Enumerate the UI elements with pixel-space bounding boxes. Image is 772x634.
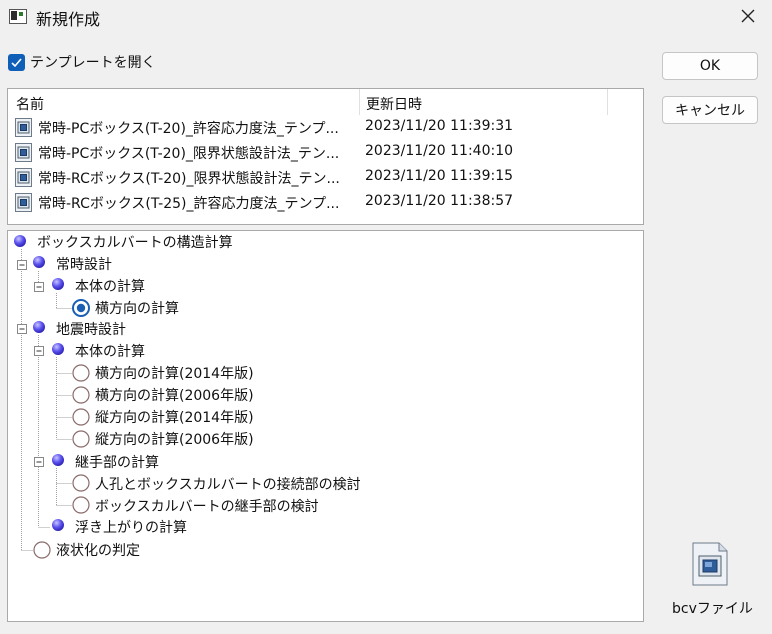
tree-item-seismic-body-calc[interactable]: 本体の計算 [75,341,145,361]
open-template-checkbox[interactable] [8,53,25,71]
file-date: 2023/11/20 11:38:57 [365,193,514,209]
column-divider[interactable] [359,89,360,115]
tree-item-root[interactable]: ボックスカルバートの構造計算 [37,232,233,252]
collapse-toggle[interactable] [34,282,44,292]
file-date: 2023/11/20 11:40:10 [365,143,514,159]
tree-item-transverse-2014[interactable]: 横方向の計算(2014年版) [95,363,254,383]
radio-icon[interactable] [72,364,90,382]
list-item[interactable]: 常時-PCボックス(T-20)_限界状態設計法_テン... 2023/11/20… [8,140,643,165]
collapse-toggle[interactable] [34,457,44,467]
list-item[interactable]: 常時-PCボックス(T-20)_許容応力度法_テンプ... 2023/11/20… [8,115,643,140]
node-ball-icon [52,454,64,466]
file-date: 2023/11/20 11:39:31 [365,118,514,134]
bcv-file-icon[interactable] [690,542,730,586]
file-icon [15,143,32,162]
open-template-label: テンプレートを開く [30,55,156,71]
tree-item-joint-check[interactable]: ボックスカルバートの継手部の検討 [95,496,319,516]
collapse-toggle[interactable] [17,324,27,334]
radio-icon[interactable] [72,386,90,404]
tree-item-joint-calc[interactable]: 継手部の計算 [75,452,159,472]
close-button[interactable] [728,0,768,32]
tree-item-transverse-2006[interactable]: 横方向の計算(2006年版) [95,385,254,405]
node-ball-icon [33,256,45,268]
check-icon [11,57,22,67]
title-bar: 新規作成 [0,0,772,34]
template-file-list[interactable]: 名前 更新日時 常時-PCボックス(T-20)_許容応力度法_テンプ... 20… [7,88,644,225]
node-ball-icon [52,519,64,531]
list-item[interactable]: 常時-RCボックス(T-20)_限界状態設計法_テン... 2023/11/20… [8,165,643,190]
tree-item-body-calc[interactable]: 本体の計算 [75,276,145,296]
node-ball-icon [14,235,26,247]
tree-item-longitudinal-2006[interactable]: 縦方向の計算(2006年版) [95,429,254,449]
node-ball-icon [52,278,64,290]
cancel-button[interactable]: キャンセル [662,96,758,124]
close-icon [741,9,755,23]
list-header: 名前 更新日時 [8,89,643,115]
tree-item-liquefaction[interactable]: 液状化の判定 [56,540,140,560]
radio-icon[interactable] [33,541,51,559]
collapse-toggle[interactable] [34,346,44,356]
node-ball-icon [33,321,45,333]
file-icon [15,168,32,187]
tree-item-longitudinal-2014[interactable]: 縦方向の計算(2014年版) [95,407,254,427]
file-name: 常時-RCボックス(T-25)_許容応力度法_テンプ... [38,196,340,212]
column-header-name[interactable]: 名前 [16,94,44,114]
radio-icon[interactable] [72,474,90,492]
app-icon [9,9,27,24]
collapse-toggle[interactable] [17,260,27,270]
tree-item-transverse-calc[interactable]: 横方向の計算 [95,298,179,318]
open-template-option[interactable]: テンプレートを開く [8,52,156,72]
file-date: 2023/11/20 11:39:15 [365,168,514,184]
radio-selected-icon[interactable] [72,299,90,317]
list-item[interactable]: 常時-RCボックス(T-25)_許容応力度法_テンプ... 2023/11/20… [8,190,643,215]
calculation-tree[interactable]: ボックスカルバートの構造計算 常時設計 本体の計算 横方向の計算 地震時設計 本… [7,230,644,622]
tree-item-manhole-connection[interactable]: 人孔とボックスカルバートの接続部の検討 [95,474,361,494]
file-name: 常時-RCボックス(T-20)_限界状態設計法_テン... [38,171,340,187]
column-divider[interactable] [607,89,608,115]
bcv-file-label: bcvファイル [672,601,753,617]
file-name: 常時-PCボックス(T-20)_許容応力度法_テンプ... [38,121,339,137]
ok-button[interactable]: OK [662,52,758,80]
tree-item-uplift-calc[interactable]: 浮き上がりの計算 [75,517,187,537]
column-header-date[interactable]: 更新日時 [366,94,422,114]
node-ball-icon [52,343,64,355]
file-icon [15,193,32,212]
radio-icon[interactable] [72,408,90,426]
radio-icon[interactable] [72,496,90,514]
file-name: 常時-PCボックス(T-20)_限界状態設計法_テン... [38,146,340,162]
window-title: 新規作成 [36,10,101,29]
radio-icon[interactable] [72,430,90,448]
file-icon [15,118,32,137]
tree-item-normal-design[interactable]: 常時設計 [56,254,112,274]
tree-item-seismic-design[interactable]: 地震時設計 [56,319,126,339]
